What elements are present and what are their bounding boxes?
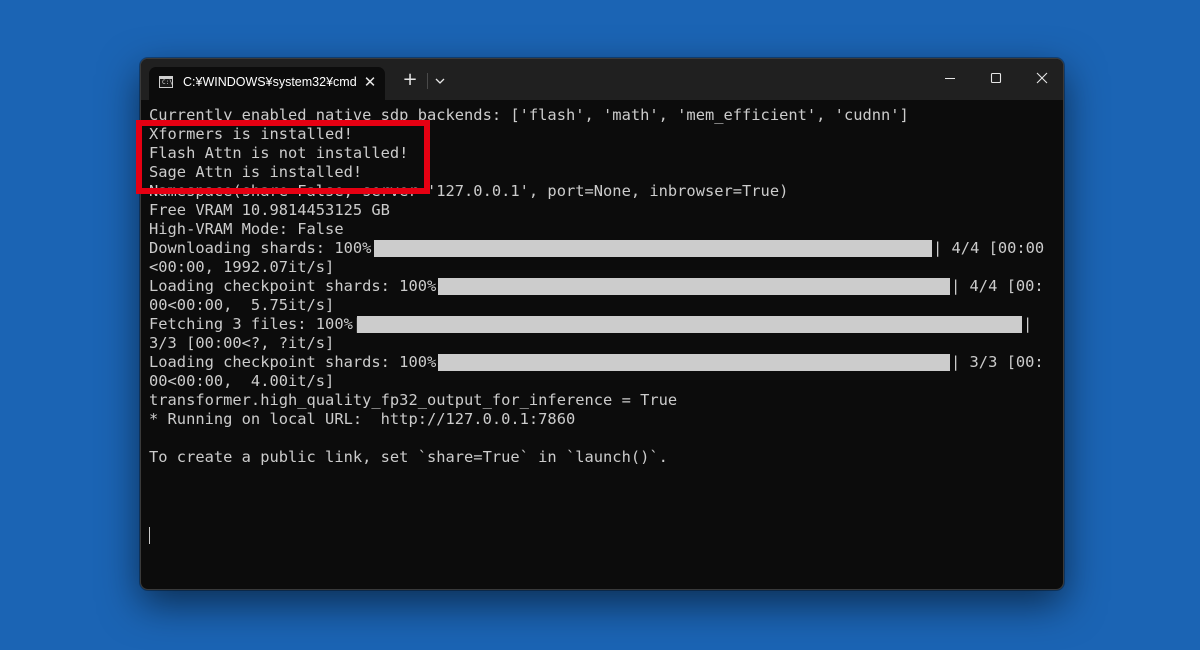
progress-stats: | 3/3 [00:	[951, 353, 1044, 371]
progress-label-loading: Loading checkpoint shards: 100%|	[149, 277, 446, 295]
chevron-down-icon	[435, 78, 445, 84]
close-window-button[interactable]	[1019, 59, 1063, 97]
highlight-box	[136, 120, 430, 194]
progress-label-downloading: Downloading shards: 100%|	[149, 239, 381, 257]
output-line: 00<00:00, 5.75it/s]	[149, 296, 335, 314]
title-bar[interactable]: C:\ C:¥WINDOWS¥system32¥cmd ✕ +	[141, 59, 1063, 100]
toolbar-divider	[427, 73, 428, 89]
progress-stats: |	[1023, 315, 1033, 333]
cmd-icon: C:\	[159, 76, 173, 88]
maximize-icon	[990, 72, 1002, 84]
output-line: To create a public link, set `share=True…	[149, 448, 668, 466]
progress-label-loading: Loading checkpoint shards: 100%|	[149, 353, 446, 371]
output-line: transformer.high_quality_fp32_output_for…	[149, 391, 678, 409]
progress-bar-loading	[438, 278, 950, 295]
minimize-button[interactable]	[927, 59, 973, 97]
progress-label-fetching: Fetching 3 files: 100%|	[149, 315, 363, 333]
tab-dropdown-button[interactable]	[430, 71, 450, 91]
progress-bar-fetching	[357, 316, 1022, 333]
output-line: Free VRAM 10.9814453125 GB	[149, 201, 390, 219]
output-line-local-url: * Running on local URL: http://127.0.0.1…	[149, 410, 576, 428]
text-cursor	[149, 527, 150, 544]
progress-stats: | 4/4 [00:00	[933, 239, 1045, 257]
minimize-icon	[945, 77, 955, 80]
new-tab-button[interactable]: +	[399, 70, 421, 92]
output-line: <00:00, 1992.07it/s]	[149, 258, 335, 276]
progress-bar-downloading	[374, 240, 932, 257]
output-line: 00<00:00, 4.00it/s]	[149, 372, 335, 390]
tab-close-button[interactable]: ✕	[361, 73, 379, 91]
output-line: High-VRAM Mode: False	[149, 220, 344, 238]
progress-bar-loading	[438, 354, 950, 371]
close-icon	[1036, 72, 1048, 84]
progress-stats: | 4/4 [00:	[951, 277, 1044, 295]
tab-cmd[interactable]: C:\ C:¥WINDOWS¥system32¥cmd ✕	[149, 67, 385, 100]
tab-title: C:¥WINDOWS¥system32¥cmd	[183, 75, 357, 89]
maximize-button[interactable]	[973, 59, 1019, 97]
output-line: 3/3 [00:00<?, ?it/s]	[149, 334, 335, 352]
